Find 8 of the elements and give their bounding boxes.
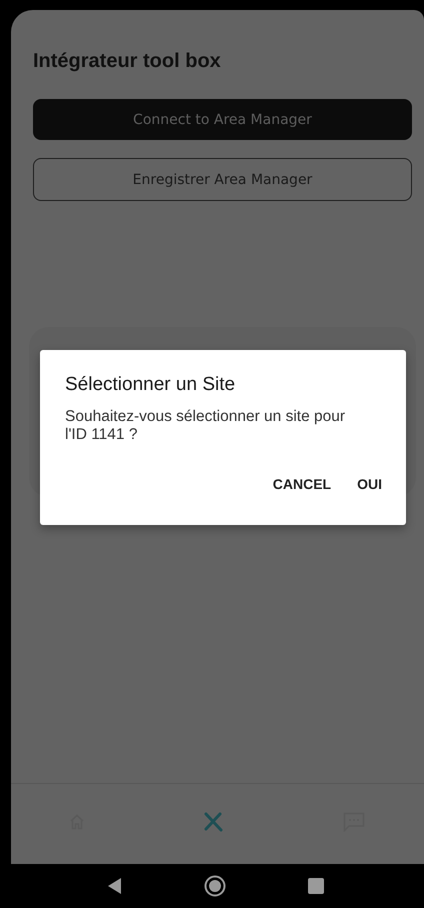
recents-icon[interactable] (308, 878, 324, 894)
dialog-button[interactable]: CANCEL (264, 468, 340, 500)
screen-title: Intégrateur tool box (33, 50, 222, 73)
back-icon[interactable] (108, 878, 122, 894)
dialog-title: Sélectionner un Site (65, 374, 236, 396)
dialog-message: Souhaitez-vous sélectionner un site pour l'ID 1141 ? (65, 408, 346, 444)
home-button-icon[interactable] (204, 875, 226, 897)
dialog-button[interactable]: OUI (349, 468, 390, 500)
